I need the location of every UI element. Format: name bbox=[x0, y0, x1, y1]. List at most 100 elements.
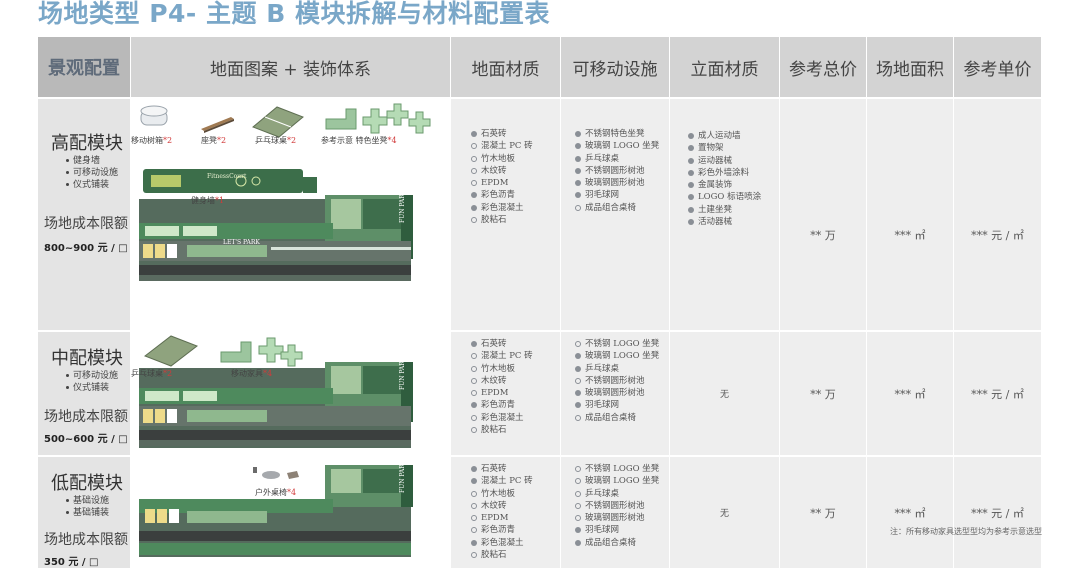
total-price-value: ** 万 bbox=[780, 457, 867, 570]
table-row: 低配模块 基础设施 基础铺装 场地成本限额 350 元 / □ 户外桌椅*4 F… bbox=[38, 457, 1042, 570]
ping-pong-table-icon bbox=[252, 106, 304, 138]
ground-material-list: 石英砖 混凝土 PC 砖 竹木地板 木纹砖 EPDM 彩色沥青 彩色混凝土 胶粘… bbox=[451, 128, 560, 226]
header-unit-price: 参考单价 bbox=[954, 37, 1042, 99]
tier-feature: 基础铺装 bbox=[66, 507, 130, 519]
site-area-value: *** ㎡ bbox=[867, 332, 954, 457]
list-item: 混凝土 PC 砖 bbox=[471, 350, 560, 362]
header-landscape-config: 景观配置 bbox=[38, 37, 131, 99]
list-item: 运动器械 bbox=[688, 155, 779, 167]
image-label: 移动家具*4 bbox=[231, 369, 273, 378]
list-item: EPDM bbox=[471, 512, 560, 524]
list-item: 置物架 bbox=[688, 142, 779, 154]
image-label: 乒乓球桌*2 bbox=[131, 369, 173, 378]
pattern-cell: 户外桌椅*4 FUN PARK bbox=[131, 457, 451, 570]
list-item: 金属装饰 bbox=[688, 179, 779, 191]
list-item: 羽毛球网 bbox=[575, 524, 669, 536]
list-item: 彩色沥青 bbox=[471, 524, 560, 536]
site-area-value: *** ㎡ bbox=[867, 99, 954, 332]
tier-feature: 仪式铺装 bbox=[66, 179, 130, 191]
tier-name: 高配模块 bbox=[51, 133, 123, 154]
header-ground-material: 地面材质 bbox=[451, 37, 561, 99]
list-item: 成人运动墙 bbox=[688, 130, 779, 142]
list-item: LOGO 标语喷涂 bbox=[688, 191, 779, 203]
list-item: 成品组合桌椅 bbox=[575, 412, 669, 424]
list-item: 混凝土 PC 砖 bbox=[471, 475, 560, 487]
image-label: 户外桌椅*4 bbox=[255, 488, 297, 497]
tier-feature: 健身墙 bbox=[66, 155, 130, 167]
lets-park-text: LET'S PARK bbox=[223, 239, 260, 246]
list-item: 彩色混凝土 bbox=[471, 412, 560, 424]
ground-material-cell: 石英砖 混凝土 PC 砖 竹木地板 木纹砖 EPDM 彩色沥青 彩色混凝土 胶粘… bbox=[451, 457, 561, 570]
list-item: 成品组合桌椅 bbox=[575, 202, 669, 214]
header-total-price: 参考总价 bbox=[780, 37, 867, 99]
list-item: 不锈钢 LOGO 坐凳 bbox=[575, 463, 669, 475]
fun-park-text: FUN PARK bbox=[399, 459, 406, 493]
list-item: 羽毛球网 bbox=[575, 399, 669, 411]
list-item: 土建坐凳 bbox=[688, 204, 779, 216]
movable-list: 不锈钢 LOGO 坐凳 玻璃钢 LOGO 坐凳 乒乓球桌 不锈钢圆形树池 玻璃钢… bbox=[561, 463, 669, 549]
feature-seat-icon bbox=[325, 103, 431, 134]
site-plan-icon bbox=[139, 465, 413, 557]
header-facade-material: 立面材质 bbox=[670, 37, 780, 99]
fitness-court-text: FitnessCourt bbox=[207, 173, 247, 180]
list-item: 竹木地板 bbox=[471, 363, 560, 375]
planter-box-icon bbox=[140, 105, 168, 126]
list-item: EPDM bbox=[471, 387, 560, 399]
unit-price-value: *** 元 / ㎡ bbox=[954, 332, 1042, 457]
tier-feature: 可移动设施 bbox=[66, 167, 130, 179]
list-item: 不锈钢特色坐凳 bbox=[575, 128, 669, 140]
tier-cell: 中配模块 可移动设施 仪式铺装 场地成本限额 500~600 元 / □ bbox=[38, 332, 131, 457]
page-title: 场地类型 P4- 主题 B 模块拆解与材料配置表 bbox=[38, 0, 550, 28]
tier-feature: 可移动设施 bbox=[66, 370, 130, 382]
movable-cell: 不锈钢特色坐凳 玻璃钢 LOGO 坐凳 乒乓球桌 不锈钢圆形树池 玻璃钢圆形树池… bbox=[561, 99, 670, 332]
ground-material-list: 石英砖 混凝土 PC 砖 竹木地板 木纹砖 EPDM 彩色沥青 彩色混凝土 胶粘… bbox=[451, 463, 560, 561]
image-label: 参考示意 特色坐凳*4 bbox=[321, 136, 397, 145]
image-label: 乒乓球桌*2 bbox=[255, 136, 297, 145]
list-item: 玻璃钢 LOGO 坐凳 bbox=[575, 475, 669, 487]
header-site-area: 场地面积 bbox=[867, 37, 954, 99]
site-plan-icon bbox=[139, 362, 413, 448]
movable-cell: 不锈钢 LOGO 坐凳 玻璃钢 LOGO 坐凳 乒乓球桌 不锈钢圆形树池 玻璃钢… bbox=[561, 332, 670, 457]
list-item: 玻璃钢 LOGO 坐凳 bbox=[575, 140, 669, 152]
tier-name: 中配模块 bbox=[51, 348, 123, 369]
header-row: 景观配置 地面图案 + 装饰体系 地面材质 可移动设施 立面材质 参考总价 场地… bbox=[38, 37, 1042, 99]
facade-value: 无 bbox=[670, 332, 780, 457]
tier-cell: 高配模块 健身墙 可移动设施 仪式铺装 场地成本限额 800~900 元 / □ bbox=[38, 99, 131, 332]
pattern-cell: 乒乓球桌*2 移动家具*4 FUN PARK bbox=[131, 332, 451, 457]
list-item: 乒乓球桌 bbox=[575, 153, 669, 165]
tier-name: 低配模块 bbox=[51, 473, 123, 494]
list-item: 玻璃钢 LOGO 坐凳 bbox=[575, 350, 669, 362]
mid-plan-illustration bbox=[139, 335, 413, 448]
total-price-value: ** 万 bbox=[780, 99, 867, 332]
cost-limit-value: 800~900 元 / □ bbox=[44, 243, 128, 254]
list-item: 木纹砖 bbox=[471, 165, 560, 177]
list-item: 乒乓球桌 bbox=[575, 488, 669, 500]
cost-limit-label: 场地成本限额 bbox=[44, 216, 128, 232]
movable-list: 不锈钢 LOGO 坐凳 玻璃钢 LOGO 坐凳 乒乓球桌 不锈钢圆形树池 玻璃钢… bbox=[561, 338, 669, 424]
list-item: 胶粘石 bbox=[471, 549, 560, 561]
table-row: 中配模块 可移动设施 仪式铺装 场地成本限额 500~600 元 / □ 乒乓球… bbox=[38, 332, 1042, 457]
footnote: 注：所有移动家具选型型均为参考示意选型 bbox=[890, 527, 1042, 536]
list-item: 石英砖 bbox=[471, 128, 560, 140]
ping-pong-table-icon bbox=[143, 335, 199, 367]
ground-material-cell: 石英砖 混凝土 PC 砖 竹木地板 木纹砖 EPDM 彩色沥青 彩色混凝土 胶粘… bbox=[451, 332, 561, 457]
list-item: 不锈钢圆形树池 bbox=[575, 375, 669, 387]
unit-price-value: *** 元 / ㎡ bbox=[954, 99, 1042, 332]
image-label: 座凳*2 bbox=[201, 136, 227, 145]
facade-cell: 成人运动墙 置物架 运动器械 彩色外墙涂料 金属装饰 LOGO 标语喷涂 土建坐… bbox=[670, 99, 780, 332]
cost-limit-label: 场地成本限额 bbox=[44, 409, 128, 425]
list-item: 混凝土 PC 砖 bbox=[471, 140, 560, 152]
list-item: 羽毛球网 bbox=[575, 189, 669, 201]
facade-list: 成人运动墙 置物架 运动器械 彩色外墙涂料 金属装饰 LOGO 标语喷涂 土建坐… bbox=[670, 130, 779, 228]
list-item: 胶粘石 bbox=[471, 214, 560, 226]
outdoor-table-chair-icon bbox=[253, 467, 299, 479]
movable-list: 不锈钢特色坐凳 玻璃钢 LOGO 坐凳 乒乓球桌 不锈钢圆形树池 玻璃钢圆形树池… bbox=[561, 128, 669, 214]
bench-icon bbox=[201, 117, 234, 133]
list-item: EPDM bbox=[471, 177, 560, 189]
table-row: 高配模块 健身墙 可移动设施 仪式铺装 场地成本限额 800~900 元 / □ bbox=[38, 99, 1042, 332]
list-item: 胶粘石 bbox=[471, 424, 560, 436]
list-item: 玻璃钢圆形树池 bbox=[575, 387, 669, 399]
list-item: 玻璃钢圆形树池 bbox=[575, 177, 669, 189]
movable-furniture-icon bbox=[220, 337, 303, 367]
fun-park-text: FUN PARK bbox=[399, 356, 406, 390]
